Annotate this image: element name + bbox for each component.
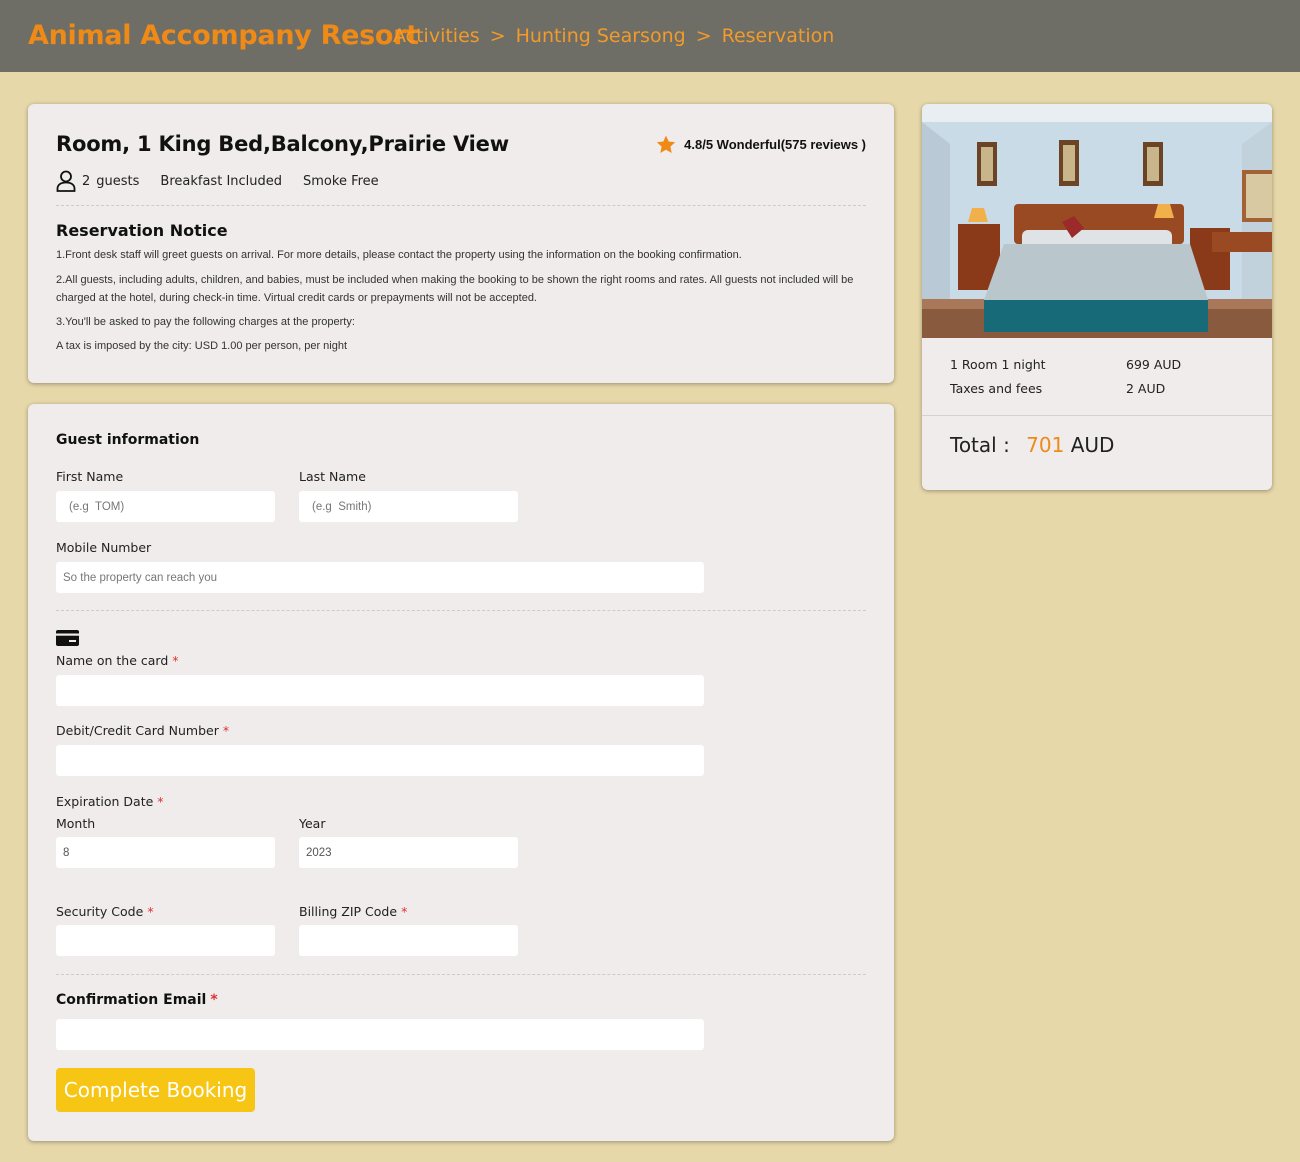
mobile-input[interactable] (56, 562, 704, 593)
notice-1: 1.Front desk staff will greet guests on … (56, 249, 742, 261)
guests-label: guests (96, 173, 140, 189)
first-name-label: First Name (56, 469, 124, 484)
card-name-label: Name on the card * (56, 653, 179, 668)
notice-title: Reservation Notice (56, 221, 228, 240)
card-number-input[interactable] (56, 745, 704, 776)
breadcrumb-reservation[interactable]: Reservation (722, 25, 835, 47)
room-features: 2 guests Breakfast Included Smoke Free (56, 170, 400, 192)
year-input[interactable] (299, 837, 518, 868)
month-label: Month (56, 816, 96, 831)
notice-3: 3.You'll be asked to pay the following c… (56, 316, 355, 328)
last-name-label: Last Name (299, 469, 366, 484)
total-price: Total : 701 AUD (950, 433, 1114, 457)
last-name-input[interactable] (299, 491, 518, 522)
breadcrumb-activities[interactable]: Activities (393, 25, 480, 47)
rating: 4.8/5 Wonderful(575 reviews ) (656, 135, 866, 154)
breadcrumb: Activities > Hunting Searsong > Reservation (393, 25, 834, 47)
price-summary-card: 1 Room 1 night 699 AUD Taxes and fees 2 … (922, 104, 1272, 490)
divider (56, 205, 866, 206)
taxes-label: Taxes and fees (950, 381, 1043, 396)
room-nights-price: 699 AUD (1126, 357, 1182, 372)
brand-logo[interactable]: Animal Accompany Resort (28, 20, 419, 51)
breadcrumb-separator: > (489, 25, 506, 47)
zip-code-input[interactable] (299, 925, 518, 956)
room-details-card: Room, 1 King Bed,Balcony,Prairie View 4.… (28, 104, 894, 383)
total-currency: AUD (1070, 433, 1115, 457)
room-title: Room, 1 King Bed,Balcony,Prairie View (56, 132, 509, 156)
feature-breakfast: Breakfast Included (160, 173, 283, 189)
user-icon (56, 170, 76, 192)
guest-info-title: Guest information (56, 432, 200, 448)
month-input[interactable] (56, 837, 275, 868)
card-number-label: Debit/Credit Card Number * (56, 723, 230, 738)
guests-count: 2 (82, 173, 91, 189)
room-nights-label: 1 Room 1 night (950, 357, 1046, 372)
star-icon (656, 135, 676, 154)
total-amount: 701 (1026, 433, 1065, 457)
divider (56, 974, 866, 975)
breadcrumb-separator: > (695, 25, 712, 47)
taxes-price: 2 AUD (1126, 381, 1166, 396)
room-photo (922, 104, 1272, 338)
complete-booking-button[interactable]: Complete Booking (56, 1068, 255, 1112)
notice-2: 2.All guests, including adults, children… (56, 274, 854, 304)
notice-4: A tax is imposed by the city: USD 1.00 p… (56, 340, 348, 352)
security-code-label: Security Code * (56, 904, 154, 919)
expiration-label: Expiration Date * (56, 794, 164, 809)
mobile-label: Mobile Number (56, 540, 152, 555)
confirmation-email-input[interactable] (56, 1019, 704, 1050)
divider (922, 415, 1272, 416)
security-code-input[interactable] (56, 925, 275, 956)
booking-form-card: Guest information First Name Last Name M… (28, 404, 894, 1141)
total-label: Total : (950, 433, 1010, 457)
breadcrumb-hunting-searsong[interactable]: Hunting Searsong (516, 25, 686, 47)
zip-code-label: Billing ZIP Code * (299, 904, 408, 919)
card-name-input[interactable] (56, 675, 704, 706)
feature-smoke-free: Smoke Free (303, 173, 379, 189)
confirmation-email-label: Confirmation Email * (56, 992, 218, 1008)
first-name-input[interactable] (56, 491, 275, 522)
credit-card-icon (56, 630, 79, 646)
divider (56, 610, 866, 611)
rating-text: 4.8/5 Wonderful(575 reviews ) (684, 137, 866, 152)
top-bar: Animal Accompany Resort Activities > Hunti… (0, 0, 1300, 72)
year-label: Year (299, 816, 326, 831)
